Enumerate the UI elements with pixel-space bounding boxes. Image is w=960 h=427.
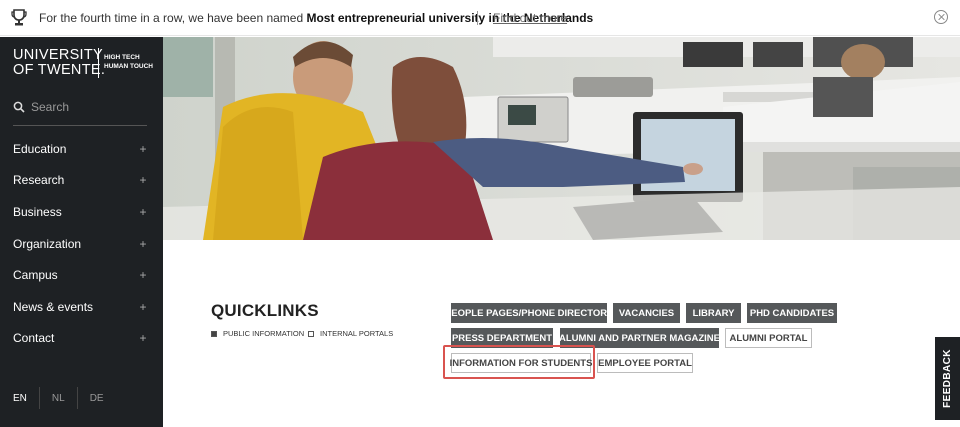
feedback-label: FEEDBACK	[942, 349, 954, 408]
checkbox-icon[interactable]	[308, 330, 314, 337]
nav-label: Education	[13, 141, 67, 156]
plus-icon[interactable]: +	[139, 268, 147, 282]
search-placeholder: Search	[31, 100, 70, 114]
nav-item-education[interactable]: Education +	[13, 133, 147, 165]
filter-internal-portals[interactable]: INTERNAL PORTALS	[308, 329, 393, 338]
search-field[interactable]: Search	[13, 100, 147, 126]
nav-item-business[interactable]: Business +	[13, 196, 147, 228]
plus-icon[interactable]: +	[139, 142, 147, 156]
nav-label: Organization	[13, 236, 82, 251]
highlight-box	[443, 345, 595, 379]
plus-icon[interactable]: +	[139, 331, 147, 345]
logo-tagline-1: HIGH TECH	[104, 54, 140, 61]
btn-employee-portal[interactable]: EMPLOYEE PORTAL	[597, 353, 693, 373]
lang-nl[interactable]: NL	[52, 393, 65, 404]
logo-line-1: UNIVERSITY	[13, 47, 104, 63]
logo-line-2: OF TWENTE.	[13, 62, 106, 78]
language-switcher: EN NL DE	[13, 387, 104, 409]
feedback-tab[interactable]: FEEDBACK	[935, 337, 960, 420]
plus-icon[interactable]: +	[139, 237, 147, 251]
university-logo[interactable]: UNIVERSITY OF TWENTE. HIGH TECH HUMAN TO…	[13, 47, 153, 78]
lang-en[interactable]: EN	[13, 393, 27, 404]
lang-de[interactable]: DE	[90, 393, 104, 404]
logo-tagline: HIGH TECH HUMAN TOUCH	[104, 53, 153, 71]
hero-image	[163, 37, 960, 240]
nav-label: Business	[13, 204, 62, 219]
logo-divider	[98, 48, 99, 78]
nav-item-news-events[interactable]: News & events +	[13, 291, 147, 323]
sidebar: UNIVERSITY OF TWENTE. HIGH TECH HUMAN TO…	[0, 37, 163, 427]
announcement-divider	[477, 11, 478, 25]
filter-label: INTERNAL PORTALS	[320, 329, 394, 338]
nav-label: News & events	[13, 299, 94, 314]
announcement-bar: For the fourth time in a row, we have be…	[0, 0, 960, 36]
nav-item-contact[interactable]: Contact +	[13, 323, 147, 355]
plus-icon[interactable]: +	[139, 173, 147, 187]
btn-people-pages[interactable]: PEOPLE PAGES/PHONE DIRECTORY	[445, 303, 613, 323]
filter-public-information[interactable]: PUBLIC INFORMATION	[211, 329, 304, 338]
lang-divider	[38, 387, 40, 409]
nav-item-campus[interactable]: Campus +	[13, 259, 147, 291]
btn-phd-candidates[interactable]: PHD CANDIDATES	[747, 303, 837, 323]
nav-item-research[interactable]: Research +	[13, 165, 147, 197]
quicklinks-title: QUICKLINKS	[211, 301, 319, 320]
logo-tagline-2: HUMAN TOUCH	[104, 63, 153, 70]
nav-label: Contact	[13, 331, 55, 346]
hero-photo	[163, 37, 960, 240]
lang-divider	[76, 387, 78, 409]
plus-icon[interactable]: +	[139, 300, 147, 314]
trophy-icon	[11, 9, 27, 26]
nav-item-organization[interactable]: Organization +	[13, 228, 147, 260]
btn-library[interactable]: LIBRARY	[686, 303, 741, 323]
filter-label: PUBLIC INFORMATION	[223, 329, 305, 338]
nav-label: Research	[13, 173, 65, 188]
btn-vacancies[interactable]: VACANCIES	[613, 303, 680, 323]
nav-label: Campus	[13, 268, 58, 283]
find-out-more-link[interactable]: Find out more	[493, 11, 567, 25]
plus-icon[interactable]: +	[139, 205, 147, 219]
close-icon[interactable]	[934, 10, 948, 24]
checkbox-icon[interactable]	[211, 330, 217, 337]
search-icon	[13, 101, 25, 113]
btn-alumni-portal[interactable]: ALUMNI PORTAL	[725, 328, 812, 348]
main-nav: Education + Research + Business + Organi…	[13, 133, 147, 354]
